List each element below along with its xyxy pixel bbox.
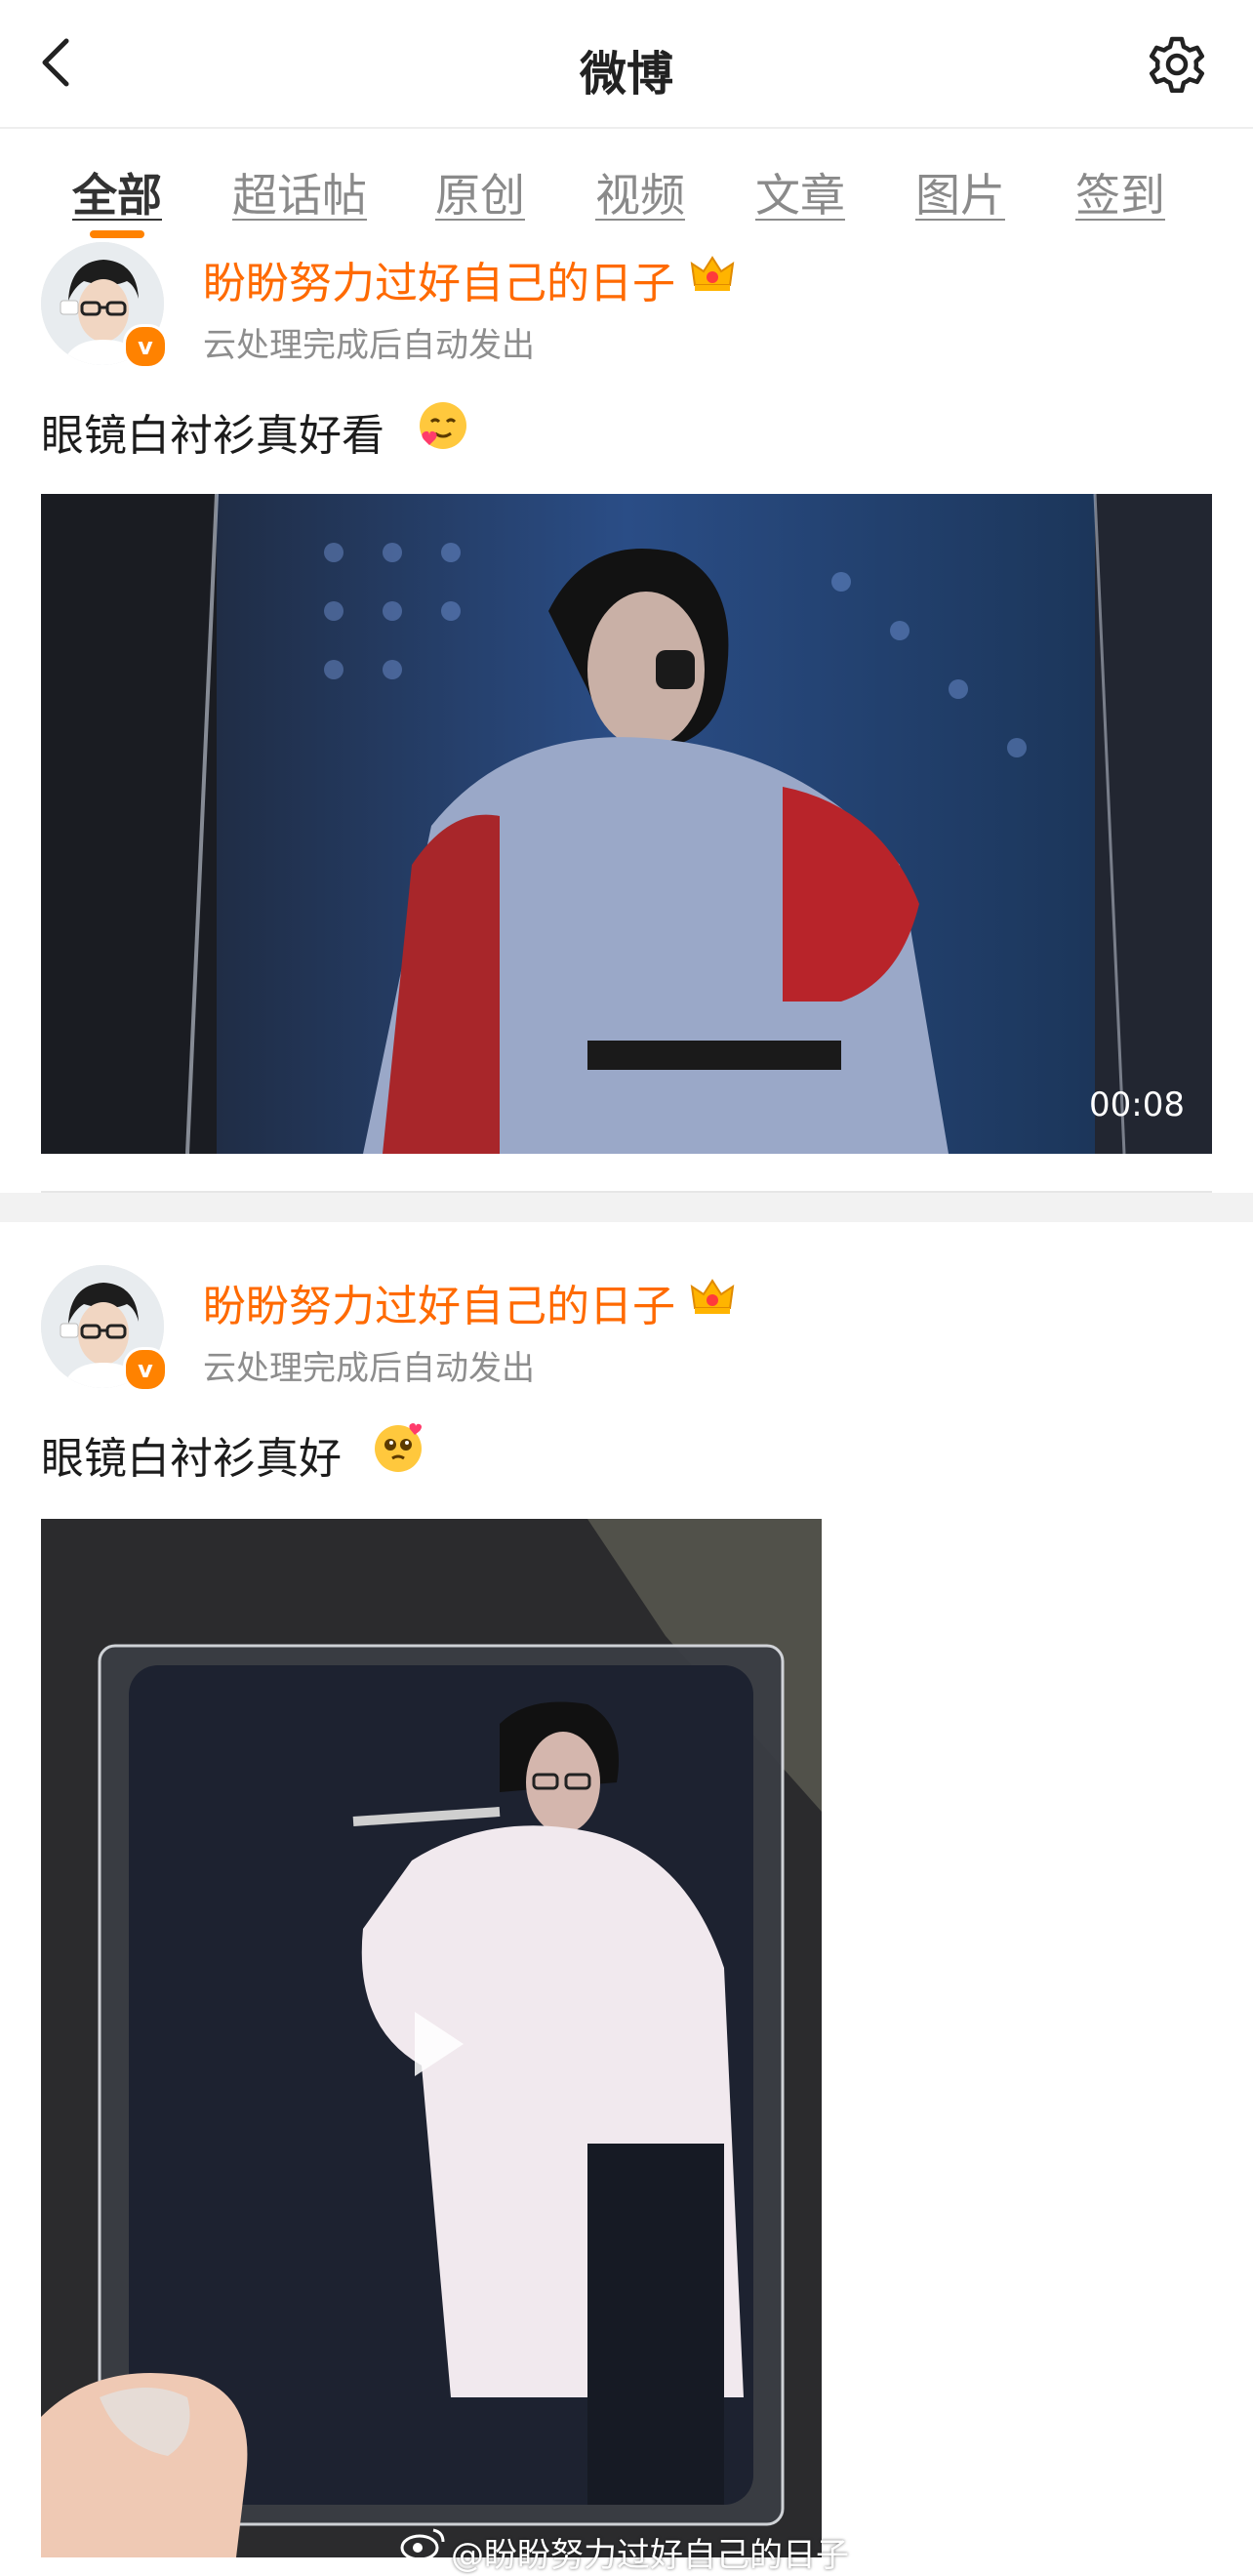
play-icon[interactable] <box>378 1990 485 2098</box>
tab-active-indicator <box>90 230 144 238</box>
page-title: 微博 <box>579 47 673 102</box>
crown-icon <box>690 1279 735 1314</box>
post-source: 云处理完成后自动发出 <box>203 1349 535 1388</box>
tab-all[interactable]: 全部 <box>72 160 162 225</box>
video-thumbnail <box>41 494 1212 1154</box>
post-username[interactable]: 盼盼努力过好自己的日子 <box>203 1271 675 1333</box>
post-source: 云处理完成后自动发出 <box>203 326 535 365</box>
tab-images[interactable]: 图片 <box>915 160 1005 225</box>
filter-tabs: 全部 超话帖 原创 视频 文章 图片 签到 <box>0 146 1253 238</box>
feed-divider <box>0 1193 1253 1222</box>
video-duration: 00:08 <box>1089 1085 1185 1124</box>
tab-checkin[interactable]: 签到 <box>1075 160 1165 225</box>
pleading-face-with-hearts-icon <box>375 1423 422 1472</box>
crown-icon <box>690 256 735 291</box>
top-nav-bar: 微博 <box>0 0 1253 129</box>
gear-icon <box>1149 36 1205 94</box>
post-text: 眼镜白衬衫真好看 <box>41 411 384 461</box>
smiling-face-with-hearts-icon <box>420 402 466 449</box>
image-watermark: @盼盼努力过好自己的日子 <box>451 2536 849 2575</box>
post-username[interactable]: 盼盼努力过好自己的日子 <box>203 248 675 310</box>
post-video[interactable]: 00:08 <box>41 494 1212 1154</box>
verified-badge: v <box>123 324 168 369</box>
tab-original[interactable]: 原创 <box>435 160 525 225</box>
tab-super-topic[interactable]: 超话帖 <box>232 160 367 225</box>
tab-article[interactable]: 文章 <box>755 160 845 225</box>
post-video[interactable] <box>41 1519 822 2557</box>
verified-badge: v <box>123 1347 168 1392</box>
post-text: 眼镜白衬衫真好 <box>41 1434 342 1484</box>
tab-video[interactable]: 视频 <box>595 160 685 225</box>
weibo-logo-icon <box>400 2528 445 2561</box>
settings-button[interactable] <box>1146 33 1208 96</box>
